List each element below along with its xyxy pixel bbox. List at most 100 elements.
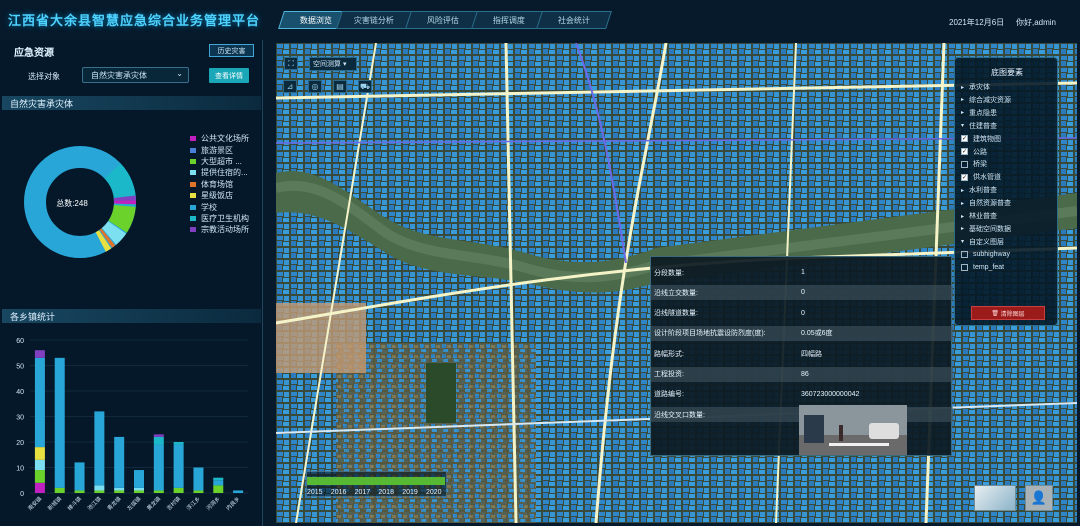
header-user[interactable]: 你好,admin xyxy=(1016,17,1056,28)
layer-checkbox[interactable] xyxy=(961,264,968,272)
legend-label: 医疗卫生机构 xyxy=(201,213,249,223)
layer-checkbox[interactable]: ✓ xyxy=(961,148,968,155)
legend-item[interactable]: 宗教活动场所 xyxy=(190,224,249,235)
bar-segment xyxy=(114,487,125,491)
tab-label: 灾害链分析 xyxy=(354,15,394,25)
layer-item[interactable]: ▸ 水利普查 xyxy=(961,185,997,195)
bar-chart: 0 10 20 30 40 50 60 南安镇 新城镇 樟斗镇 池江镇 青龙镇 左拔镇 黄龙镇 吉村镇 浮江乡… xyxy=(16,338,248,512)
chevron-right-icon[interactable]: ▸ xyxy=(961,84,969,91)
view-details-button[interactable]: 查看详情 xyxy=(209,68,249,83)
layer-label: temp_feat xyxy=(973,264,1005,272)
legend-item[interactable]: 星级饭店 xyxy=(190,190,249,201)
layer-label: 自定义图层 xyxy=(969,238,1004,246)
street-photo[interactable] xyxy=(799,405,907,455)
info-key: 沿线交叉口数量: xyxy=(654,411,705,419)
layer-label: 住建普查 xyxy=(969,122,997,130)
legend-item[interactable]: 体育场馆 xyxy=(190,179,249,190)
chevron-down-icon[interactable]: ▾ xyxy=(961,238,969,245)
legend-label: 提供住宿的... xyxy=(201,168,248,178)
tab-command-dispatch[interactable]: 指挥调度 xyxy=(471,11,547,29)
layer-label: 林业普查 xyxy=(969,213,997,220)
legend-item[interactable]: 公共文化场所 xyxy=(190,133,249,144)
legend-swatch xyxy=(190,147,196,153)
chevron-right-icon[interactable]: ▸ xyxy=(961,213,969,220)
layer-item[interactable]: ▸ 自然资源普查 xyxy=(961,198,1011,208)
tab-risk-assessment[interactable]: 风险评估 xyxy=(405,11,481,29)
layer-checkbox[interactable]: ✓ xyxy=(961,173,968,181)
layer-item[interactable]: ✓ 供水管道 xyxy=(961,172,1001,182)
timeline-track[interactable] xyxy=(307,477,445,485)
legend-item[interactable]: 学校 xyxy=(190,201,249,212)
bar-segment xyxy=(213,485,224,493)
compass-icon[interactable]: ◎ xyxy=(308,80,322,93)
info-key: 设计阶段项目场地抗震设防烈度(度): xyxy=(654,330,766,338)
chevron-right-icon[interactable]: ▸ xyxy=(961,225,969,232)
layer-item[interactable]: ▸ 重点隐患 xyxy=(961,108,997,118)
timeline-year[interactable]: 2020 xyxy=(426,489,442,496)
space-select-label: 空间测算 xyxy=(313,61,341,68)
chevron-right-icon[interactable]: ▸ xyxy=(961,187,969,194)
layer-checkbox[interactable]: ✓ xyxy=(961,135,968,143)
fullscreen-icon[interactable]: ⛶ xyxy=(284,57,298,70)
timeline-year[interactable]: 2015 xyxy=(307,489,323,496)
donut-section-title: 自然灾害承灾体 xyxy=(2,96,261,110)
legend-label: 旅游景区 xyxy=(201,145,233,155)
legend-item[interactable]: 医疗卫生机构 xyxy=(190,213,249,224)
layer-item[interactable]: ✓ 公路 xyxy=(961,147,987,157)
x-tick-label: 河洞乡 xyxy=(204,495,221,512)
timeline-year[interactable]: 2018 xyxy=(378,489,394,496)
tab-social-stats[interactable]: 社会统计 xyxy=(536,11,612,29)
layer-item[interactable]: temp_feat xyxy=(961,263,1004,273)
layer-item[interactable]: ▸ 林业普查 xyxy=(961,211,997,221)
bar-segment xyxy=(134,470,144,488)
layer-checkbox[interactable] xyxy=(961,160,968,168)
x-tick-label: 青龙镇 xyxy=(105,494,123,512)
layers-icon[interactable]: ▤ xyxy=(333,80,347,93)
layer-item[interactable]: subhighway xyxy=(961,250,1010,260)
legend-item[interactable]: 旅游景区 xyxy=(190,144,249,155)
info-value: 0 xyxy=(801,309,805,317)
layer-item[interactable]: ▾ 自定义图层 xyxy=(961,237,1004,247)
layer-label: 自然资源普查 xyxy=(969,200,1011,208)
legend-item[interactable]: 大型超市 ... xyxy=(190,156,249,167)
donut-legend: 公共文化场所 旅游景区 大型超市 ... 提供住宿的... 体育场馆 星级饭店 学校 医疗卫生… xyxy=(190,133,249,236)
info-key: 路幅形式: xyxy=(654,350,684,358)
bar-segment xyxy=(34,357,45,448)
layer-item[interactable]: 桥梁 xyxy=(961,159,987,169)
streetview-person-icon[interactable]: 👤 xyxy=(1025,485,1053,511)
layer-item[interactable]: ▸ 承灾体 xyxy=(961,82,990,92)
tab-disaster-chain[interactable]: 灾害链分析 xyxy=(336,11,412,29)
measure-icon[interactable]: ⊿ xyxy=(283,80,297,93)
bar-segment xyxy=(213,480,224,486)
timeline-year[interactable]: 2019 xyxy=(402,489,418,496)
space-measure-select[interactable]: 空间测算 ▾ xyxy=(309,57,357,71)
clear-layers-button[interactable]: 🗑 清除图层 xyxy=(971,306,1045,320)
bar-segment xyxy=(74,490,85,493)
layer-item[interactable]: ✓ 建筑物图 xyxy=(961,134,1001,144)
timeline-year[interactable]: 2017 xyxy=(355,489,371,496)
object-select[interactable]: 自然灾害承灾体 ⌄ xyxy=(82,67,189,83)
legend-item[interactable]: 提供住宿的... xyxy=(190,167,249,178)
chevron-right-icon[interactable]: ▸ xyxy=(961,109,969,116)
history-disaster-button[interactable]: 历史灾害 xyxy=(209,44,254,57)
bar-segment xyxy=(153,434,164,437)
layer-label: subhighway xyxy=(973,251,1010,259)
chevron-right-icon[interactable]: ▸ xyxy=(961,96,969,103)
bar-section-title: 各乡镇统计 xyxy=(2,309,261,323)
info-row: 设计阶段项目场地抗震设防烈度(度): 0.05或6度 xyxy=(651,325,953,341)
layer-item[interactable]: ▾ 住建普查 xyxy=(961,121,997,131)
bar-segment xyxy=(134,490,144,493)
bar-segment xyxy=(193,467,204,491)
chevron-down-icon[interactable]: ▾ xyxy=(961,122,969,129)
layer-item[interactable]: ▸ 基础空间数据 xyxy=(961,224,1011,234)
layer-panel-title: 底图要素 xyxy=(991,68,1023,77)
basemap-switch-button[interactable] xyxy=(974,485,1016,511)
timeline-year[interactable]: 2016 xyxy=(331,489,347,496)
car-icon[interactable]: ⛟ xyxy=(358,80,372,93)
info-row: 路幅形式: 四幅路 xyxy=(651,346,953,361)
legend-label: 学校 xyxy=(201,202,217,212)
layer-label: 基础空间数据 xyxy=(969,225,1011,233)
layer-item[interactable]: ▸ 综合减灾资源 xyxy=(961,95,1011,105)
chevron-right-icon[interactable]: ▸ xyxy=(961,200,969,207)
layer-checkbox[interactable] xyxy=(961,251,968,259)
